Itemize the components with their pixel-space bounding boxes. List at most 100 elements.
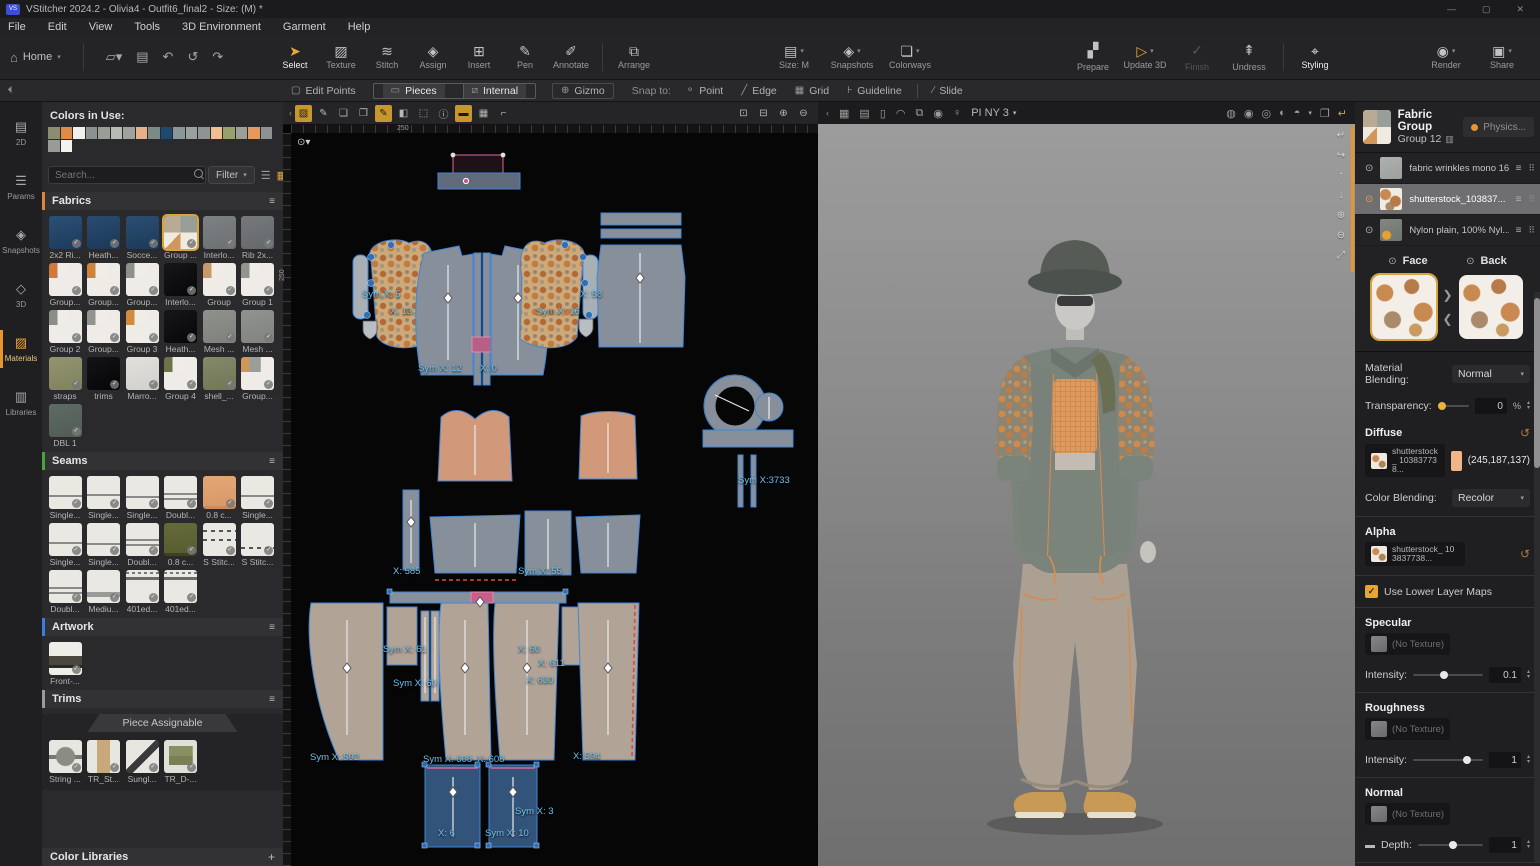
color-swatch[interactable] — [186, 127, 198, 139]
styling-button[interactable]: ⌖ Styling — [1292, 37, 1338, 77]
zoom-in-icon[interactable]: ⊕ — [1337, 210, 1345, 221]
seam-swatch[interactable]: ✓ 401ed... — [164, 570, 198, 614]
seam-swatch[interactable]: ✓ S Stitc... — [241, 523, 275, 567]
slide-button[interactable]: ∕ Slide — [933, 85, 963, 97]
toolbar-tool-button[interactable]: ✐ Annotate — [548, 37, 594, 77]
fabric-swatch[interactable]: ✓ Heath... — [164, 310, 198, 354]
trim-swatch[interactable]: ✓ TR_D-... — [164, 740, 198, 784]
toolbar-dropdown-button[interactable]: ▤▾ Size: M — [765, 37, 823, 77]
toolbar-tool-button[interactable]: ➤ Select — [272, 37, 318, 77]
fabric-swatch[interactable]: ✓ Mesh ... — [202, 310, 236, 354]
face-texture-thumbnail[interactable] — [1372, 275, 1436, 339]
zoom-in-icon[interactable]: ⊕ — [775, 105, 792, 122]
pan-up-icon[interactable]: ↑ — [1339, 170, 1344, 181]
toolbar-dropdown-button[interactable]: ❏▾ Colorways — [881, 37, 939, 77]
pattern-canvas[interactable]: 250 250 ⊙▾ — [283, 125, 818, 866]
snap-option[interactable]: ⊦ Guideline — [847, 85, 902, 97]
turntable-icon[interactable]: ◠ — [896, 107, 906, 120]
fabric-swatch[interactable]: ✓ Group — [202, 263, 236, 307]
fabric-swatch[interactable]: ✓ shell_... — [202, 357, 236, 401]
redo-view-icon[interactable]: ↪ — [1337, 150, 1345, 161]
layer-row[interactable]: ⊙ fabric wrinkles mono 16 ≡ ⠿ — [1355, 153, 1540, 184]
fabrics-section-header[interactable]: Fabrics ≡ — [42, 192, 283, 210]
fabric-swatch[interactable]: ✓ Group ... — [164, 216, 198, 260]
fit-view-icon[interactable]: ⤢ — [1337, 250, 1345, 261]
menu-item[interactable]: Tools — [134, 21, 160, 33]
section-menu-icon[interactable]: ≡ — [269, 196, 275, 207]
color-swatch[interactable] — [148, 127, 160, 139]
roughness-intensity-value[interactable]: 1 — [1489, 752, 1521, 768]
internal-toggle[interactable]: ⧄ Internal — [463, 84, 526, 98]
eye-icon[interactable]: ⊙ — [1365, 225, 1373, 236]
stepper-icon[interactable]: ▴▾ — [1527, 840, 1530, 850]
return-icon[interactable]: ↵ — [1338, 107, 1347, 120]
toolbar-tool-button[interactable]: ⊞ Insert — [456, 37, 502, 77]
gizmo-toggle[interactable]: ⊕ Gizmo — [561, 85, 605, 97]
depth-slider[interactable] — [1418, 844, 1483, 846]
color-swatch[interactable] — [261, 127, 273, 139]
seam-swatch[interactable]: ✓ Doubl... — [48, 570, 82, 614]
rail-item[interactable]: ◇ 3D — [0, 272, 42, 318]
fabric-swatch[interactable]: ✓ Group 2 — [48, 310, 82, 354]
seam-swatch[interactable]: ✓ 0.8 c... — [164, 523, 198, 567]
fabric-swatch[interactable]: ✓ Mesh ... — [241, 310, 275, 354]
specular-intensity-value[interactable]: 0.1 — [1489, 667, 1521, 683]
toolbar-action-button[interactable]: ▞▾ Prepare — [1067, 37, 1119, 77]
copy-piece-icon[interactable]: ❏ — [335, 105, 352, 122]
reset-icon[interactable]: ↺ — [1520, 426, 1530, 440]
drag-handle-icon[interactable]: ⠿ — [1528, 225, 1534, 236]
marquee-icon[interactable]: ⬚ — [415, 105, 432, 122]
snap-option[interactable]: ⚬ Point — [686, 85, 723, 97]
physics-button[interactable]: Physics... — [1463, 117, 1534, 137]
home-button[interactable]: ⌂ Home ▾ — [10, 50, 61, 65]
collapse-icon[interactable]: ‹ — [289, 108, 292, 118]
camera-icon[interactable]: ◉ — [933, 107, 943, 120]
close-icon[interactable]: ✕ — [1516, 4, 1524, 15]
rail-item[interactable]: ▨ Materials — [0, 326, 42, 372]
section-menu-icon[interactable]: ≡ — [269, 456, 275, 467]
color-swatch[interactable] — [173, 127, 185, 139]
trim-swatch[interactable]: ✓ Sungl... — [125, 740, 159, 784]
toolbar-output-button[interactable]: ▣▾ Share — [1474, 37, 1530, 77]
color-swatch[interactable] — [136, 127, 148, 139]
color-swatch[interactable] — [61, 140, 73, 152]
menu-item[interactable]: File — [8, 21, 26, 33]
reset-icon[interactable]: ↺ — [1520, 547, 1530, 561]
back-tab[interactable]: ⊙ Back — [1466, 255, 1507, 267]
menu-item[interactable]: Help — [348, 21, 371, 33]
toolbar-tool-button[interactable]: ✎ Pen — [502, 37, 548, 77]
grid-floor-icon[interactable]: ▦ — [839, 107, 849, 120]
edit-mode-icon[interactable]: ✎ — [375, 105, 392, 122]
fabric-swatch[interactable]: ✓ Group 1 — [241, 263, 275, 307]
rail-item[interactable]: ☰ Params — [0, 164, 42, 210]
menu-item[interactable]: 3D Environment — [182, 21, 261, 33]
color-swatch[interactable] — [61, 127, 73, 139]
pieces-toggle[interactable]: ▭ Pieces — [383, 84, 445, 98]
fabric-swatch[interactable]: ✓ Heath... — [87, 216, 121, 260]
seam-swatch[interactable]: ✓ Single... — [87, 523, 121, 567]
toolbar-action-button[interactable]: ⇞▾ Undress — [1223, 37, 1275, 77]
color-swatch[interactable] — [161, 127, 173, 139]
shading-sphere-icon[interactable]: ◉ — [1244, 107, 1254, 120]
fabric-swatch[interactable]: ✓ Rib 2x... — [241, 216, 275, 260]
trim-swatch[interactable]: ✓ TR_St... — [87, 740, 121, 784]
roughness-intensity-slider[interactable] — [1413, 759, 1483, 761]
collapse-panel-icon[interactable]: ⏴ — [0, 85, 20, 96]
toolbar-tool-button[interactable]: ▨ Texture — [318, 37, 364, 77]
collapse-icon[interactable]: ‹ — [826, 108, 829, 118]
pattern-pieces-graphic[interactable] — [283, 125, 818, 866]
toolbar-tool-button[interactable]: ≋ Stitch — [364, 37, 410, 77]
color-swatch[interactable] — [236, 127, 248, 139]
seam-swatch[interactable]: ✓ Single... — [48, 523, 82, 567]
transparency-slider[interactable] — [1438, 405, 1469, 407]
layer-menu-icon[interactable]: ≡ — [1516, 225, 1522, 236]
section-menu-icon[interactable]: ≡ — [269, 622, 275, 633]
shading-sphere-icon[interactable]: ◓ — [1294, 107, 1301, 119]
artwork-swatch[interactable]: ✓ Front-... — [48, 642, 82, 686]
color-swatch[interactable] — [48, 127, 60, 139]
eye-icon[interactable]: ⊙ — [1365, 163, 1373, 174]
light-icon[interactable]: ♀ — [953, 107, 961, 119]
stepper-icon[interactable]: ▴▾ — [1527, 670, 1530, 680]
fabric-swatch[interactable]: ✓ straps — [48, 357, 82, 401]
seam-swatch[interactable]: ✓ Single... — [241, 476, 275, 520]
